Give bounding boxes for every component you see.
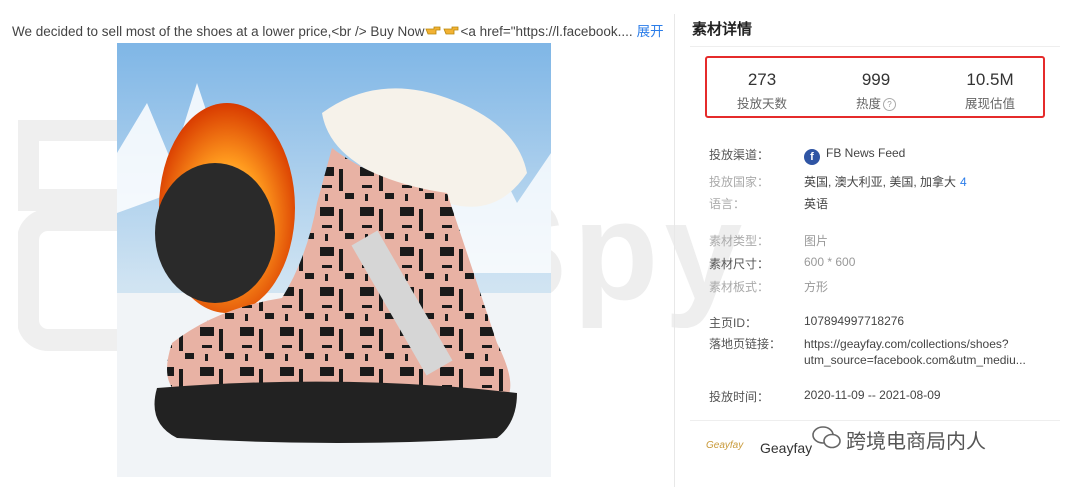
stat-impressions-value: 10.5M — [966, 70, 1014, 89]
ad-caption-text: We decided to sell most of the shoes at … — [12, 24, 425, 39]
stat-heat-value: 999 — [861, 70, 891, 89]
ad-preview: BigSpy We decided to sell most of the sh… — [0, 0, 742, 487]
channel-label: 投放渠道： — [709, 148, 770, 162]
country-count[interactable]: 4 — [960, 175, 967, 189]
country-value: 英国, 澳大利亚, 美国, 加拿大 4 — [804, 173, 967, 190]
type-label: 素材类型： — [709, 234, 770, 248]
stat-impressions: 10.5M 展现估值 — [935, 70, 1045, 112]
size-value: 600 * 600 — [804, 255, 856, 269]
stat-heat-label: 热度 — [855, 97, 881, 111]
period-label: 投放时间： — [709, 390, 770, 404]
detail-panel: 素材详情 273 投放天数 999 热度? 10.5M 展现估值 投放渠道： f… — [690, 0, 1080, 487]
facebook-icon: f — [804, 149, 820, 165]
bottom-divider — [690, 420, 1060, 421]
help-icon[interactable]: ? — [883, 98, 896, 111]
vertical-divider — [674, 14, 675, 487]
page-id-value: 107894997718276 — [804, 314, 905, 328]
wechat-icon — [812, 426, 841, 449]
landing-link[interactable]: https://geayfay.com/collections/shoes? u… — [804, 336, 1026, 368]
wechat-watermark: 跨境电商局内人 — [846, 431, 986, 453]
brand-logo: Geayfay — [706, 440, 744, 451]
channel-text: FB News Feed — [826, 146, 906, 160]
type-value: 图片 — [804, 234, 829, 248]
stats-box: 273 投放天数 999 热度? 10.5M 展现估值 — [705, 56, 1045, 118]
stat-heat-label-row: 热度? — [821, 93, 931, 112]
stat-days: 273 投放天数 — [707, 70, 817, 112]
period-value: 2020-11-09 -- 2021-08-09 — [804, 388, 941, 402]
title-divider — [690, 46, 1060, 47]
brand-name[interactable]: Geayfay — [760, 440, 812, 456]
ad-caption: We decided to sell most of the shoes at … — [12, 20, 664, 40]
channel-value: f FB News Feed — [804, 146, 905, 165]
shape-value: 方形 — [804, 280, 829, 294]
language-value: 英语 — [804, 197, 829, 211]
size-label: 素材尺寸： — [709, 257, 770, 271]
stat-days-label: 投放天数 — [736, 97, 787, 111]
landing-label: 落地页链接： — [709, 337, 782, 351]
landing-link-line1: https://geayfay.com/collections/shoes? — [804, 337, 1009, 351]
pointing-hand-icon — [443, 24, 459, 39]
stat-impressions-label: 展现估值 — [964, 97, 1015, 111]
expand-link[interactable]: 展开 — [637, 24, 664, 39]
pointing-hand-icon — [425, 24, 441, 39]
country-text: 英国, 澳大利亚, 美国, 加拿大 — [804, 175, 957, 189]
landing-link-line2: utm_source=facebook.com&utm_mediu... — [804, 353, 1026, 367]
stat-heat: 999 热度? — [821, 70, 931, 112]
boot-illustration — [117, 43, 551, 477]
page-id-label: 主页ID： — [709, 316, 758, 330]
shape-label: 素材板式： — [709, 280, 770, 294]
product-image[interactable] — [117, 43, 551, 477]
panel-title: 素材详情 — [692, 21, 753, 38]
language-label: 语言： — [709, 197, 746, 211]
ad-caption-tail: <a href="https://l.facebook.... — [460, 24, 633, 39]
stat-days-value: 273 — [747, 70, 777, 89]
country-label: 投放国家： — [709, 175, 770, 189]
